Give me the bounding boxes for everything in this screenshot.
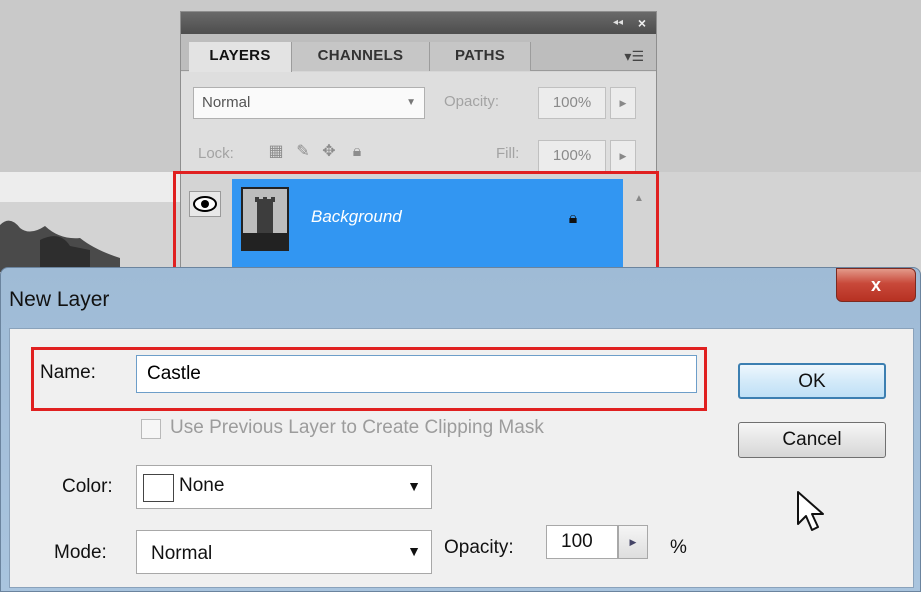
lock-icon: 🔒︎ — [568, 210, 578, 227]
mode-label: Mode: — [54, 542, 107, 563]
color-swatch — [143, 474, 174, 502]
scroll-up-icon[interactable]: ▲ — [632, 193, 646, 205]
fill-label: Fill: — [496, 145, 520, 162]
blend-mode-select[interactable]: Normal ▼ — [193, 87, 425, 119]
mode-select[interactable]: Normal ▼ — [136, 530, 432, 574]
clipping-mask-label: Use Previous Layer to Create Clipping Ma… — [170, 417, 544, 438]
clipping-mask-checkbox[interactable] — [141, 419, 161, 439]
dialog-title: New Layer — [9, 288, 110, 311]
opacity-stepper-icon[interactable]: ▶ — [618, 525, 648, 559]
layer-row[interactable]: Background 🔒︎ ▲ — [181, 172, 656, 272]
layer-visibility-toggle[interactable] — [189, 191, 221, 217]
opacity-label: Opacity: — [444, 537, 514, 558]
tab-channels[interactable]: CHANNELS — [292, 42, 430, 71]
lock-position-icon[interactable]: ✥ — [319, 142, 339, 162]
ok-button[interactable]: OK — [738, 363, 886, 399]
lock-all-icon[interactable]: 🔒︎ — [347, 142, 367, 162]
chevron-down-icon: ▼ — [406, 97, 416, 108]
lock-image-pixels-icon[interactable]: ✎ — [293, 142, 313, 162]
tab-paths[interactable]: PATHS — [430, 42, 531, 71]
mode-value: Normal — [151, 543, 213, 564]
color-label: Color: — [62, 476, 113, 497]
tab-layers[interactable]: LAYERS — [189, 42, 292, 72]
cancel-button[interactable]: Cancel — [738, 422, 886, 458]
layer-background-selected[interactable]: Background 🔒︎ — [232, 179, 623, 271]
opacity-unit: % — [670, 537, 687, 558]
mouse-cursor-icon — [797, 491, 824, 531]
layers-panel: ◂◂ × LAYERS CHANNELS PATHS ▾☰ Normal ▼ O… — [180, 11, 657, 273]
chevron-down-icon: ▼ — [407, 478, 421, 494]
layers-panel-body: Normal ▼ Opacity: 100% ▶ Lock: ▦ ✎ ✥ 🔒︎ … — [181, 72, 656, 272]
opacity-label: Opacity: — [444, 93, 500, 110]
close-button[interactable]: x — [836, 268, 916, 302]
name-label: Name: — [40, 362, 96, 383]
fill-field[interactable]: 100% — [538, 140, 606, 172]
layer-name[interactable]: Background — [311, 207, 402, 227]
fill-stepper-icon[interactable]: ▶ — [610, 140, 636, 172]
close-icon[interactable]: × — [634, 15, 650, 31]
close-icon: x — [870, 275, 881, 295]
blend-mode-value: Normal — [202, 94, 251, 111]
chevron-down-icon: ▼ — [407, 543, 421, 559]
panel-menu-icon[interactable]: ▾☰ — [622, 49, 644, 63]
name-input[interactable] — [136, 355, 697, 393]
panel-titlebar: ◂◂ × — [181, 12, 656, 34]
dialog-content: Name: Use Previous Layer to Create Clipp… — [9, 328, 914, 588]
color-select[interactable]: None ▼ — [136, 465, 432, 509]
lock-transparent-pixels-icon[interactable]: ▦ — [266, 142, 286, 162]
color-value: None — [179, 475, 225, 496]
eye-icon — [193, 196, 217, 212]
lock-label: Lock: — [198, 145, 234, 162]
panel-tab-bar: LAYERS CHANNELS PATHS ▾☰ — [181, 34, 656, 72]
new-layer-dialog: New Layer x Name: Use Previous Layer to … — [0, 267, 921, 592]
opacity-field[interactable]: 100% — [538, 87, 606, 119]
opacity-stepper-icon[interactable]: ▶ — [610, 87, 636, 119]
double-chevron-left-icon[interactable]: ◂◂ — [610, 16, 626, 30]
opacity-input[interactable]: 100 — [546, 525, 618, 559]
castle-thumbnail-image — [243, 189, 287, 249]
layer-thumbnail — [241, 187, 289, 251]
